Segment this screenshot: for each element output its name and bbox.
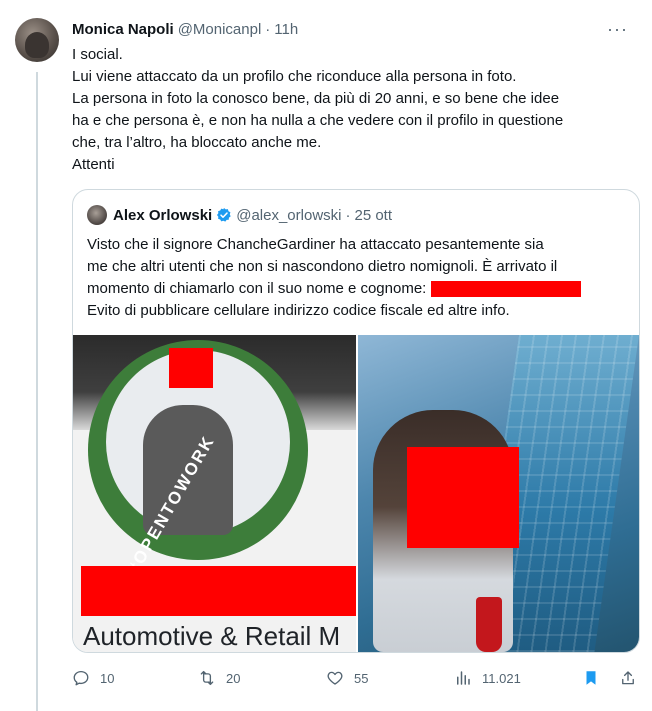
redaction-box xyxy=(169,348,213,388)
quoted-line: momento di chiamarlo con il suo nome e c… xyxy=(87,280,427,297)
reply-button[interactable]: 10 xyxy=(72,666,114,690)
media-caption: Automotive & Retail M xyxy=(83,621,341,651)
share-icon xyxy=(622,671,634,685)
reply-count: 10 xyxy=(100,670,115,686)
thread-line xyxy=(36,72,38,711)
quoted-line: Evito di pubblicare cellulare indirizzo … xyxy=(87,302,510,319)
author-name[interactable]: Monica Napoli xyxy=(72,21,174,38)
views-count: 11.021 xyxy=(482,670,521,686)
like-count: 55 xyxy=(354,670,369,686)
quoted-line: me che altri utenti che non si nascondon… xyxy=(87,258,558,275)
repost-button[interactable]: 20 xyxy=(198,666,240,690)
views-button[interactable]: 11.021 xyxy=(454,666,521,690)
quoted-author-handle: @alex_orlowski xyxy=(236,206,342,224)
quoted-author-avatar xyxy=(87,205,107,225)
tweet-line: ha e che persona è, e non ha nulla a che… xyxy=(72,112,564,129)
views-icon xyxy=(457,671,470,685)
quoted-tweet[interactable]: Alex Orlowski @alex_orlowski · 25 ott Vi… xyxy=(72,189,640,653)
media-image-left[interactable]: #OPENTOWORK Automotive & Retail M xyxy=(73,335,356,652)
media-image-right[interactable] xyxy=(358,335,639,652)
quoted-line: Visto che il signore ChancheGardiner ha … xyxy=(87,236,544,253)
redaction-box xyxy=(407,447,519,548)
opentowork-badge: #OPENTOWORK xyxy=(103,432,293,577)
more-icon[interactable]: ··· xyxy=(607,18,628,40)
tweet-header: Monica Napoli @Monicanpl · 11h ··· xyxy=(72,18,642,40)
repost-count: 20 xyxy=(226,670,241,686)
repost-icon xyxy=(200,670,214,686)
bookmark-icon xyxy=(586,671,596,685)
redaction-box xyxy=(430,281,581,298)
separator-dot: · xyxy=(265,20,271,38)
tweet-time[interactable]: 11h xyxy=(274,21,298,38)
tweet-line: che, tra l’altro, ha bloccato anche me. xyxy=(72,134,322,151)
quoted-line-with-redaction: momento di chiamarlo con il suo nome e c… xyxy=(87,278,627,300)
author-avatar[interactable] xyxy=(15,18,59,62)
heart-icon xyxy=(327,671,343,685)
bookmark-button[interactable] xyxy=(582,666,600,690)
redaction-box xyxy=(81,566,356,616)
tie xyxy=(476,597,502,652)
like-button[interactable]: 55 xyxy=(326,666,368,690)
share-button[interactable] xyxy=(619,666,637,690)
quoted-tweet-time: 25 ott xyxy=(354,206,393,224)
quoted-media: #OPENTOWORK Automotive & Retail M xyxy=(73,335,639,652)
tweet-line: Attenti xyxy=(72,156,115,173)
action-bar: 10 20 55 11.021 xyxy=(72,666,642,690)
reply-icon xyxy=(73,670,89,686)
quoted-tweet-header: Alex Orlowski @alex_orlowski · 25 ott xyxy=(87,204,392,226)
quoted-author-name: Alex Orlowski xyxy=(113,206,213,224)
tweet-line: Lui viene attaccato da un profilo che ri… xyxy=(72,68,517,85)
quoted-tweet-text: Visto che il signore ChancheGardiner ha … xyxy=(87,234,627,322)
separator-dot: · xyxy=(345,206,351,224)
tweet-line: I social. xyxy=(72,46,123,63)
author-handle[interactable]: @Monicanpl xyxy=(178,21,262,38)
verified-badge-icon xyxy=(216,207,232,223)
tweet-line: La persona in foto la conosco bene, da p… xyxy=(72,90,560,107)
tweet-text: I social. Lui viene attaccato da un prof… xyxy=(72,44,632,176)
